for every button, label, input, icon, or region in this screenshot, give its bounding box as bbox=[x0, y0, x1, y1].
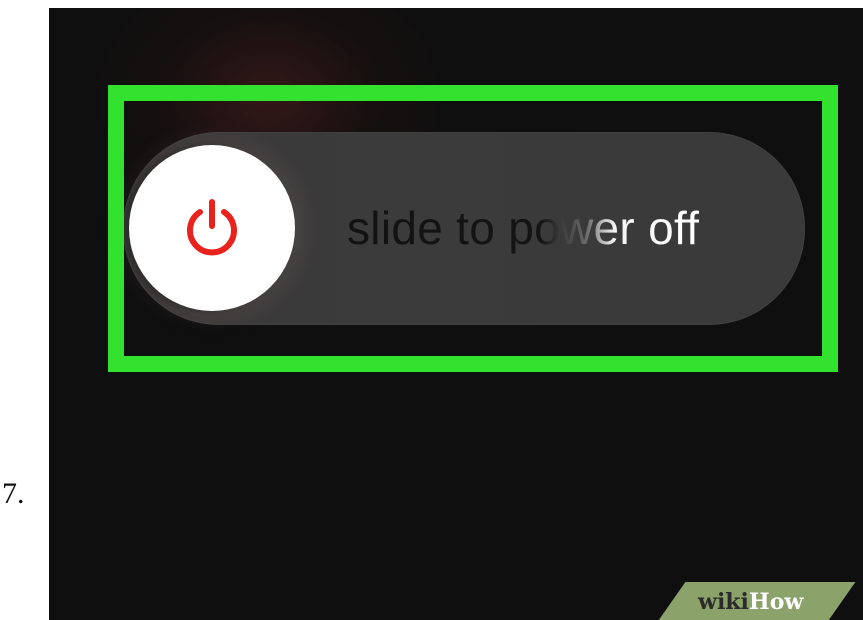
watermark-wiki: wiki bbox=[698, 589, 749, 615]
phone-screen: slide to power off bbox=[49, 8, 863, 620]
watermark-how: How bbox=[748, 589, 804, 615]
wikihow-watermark: wikiHow bbox=[698, 588, 803, 616]
highlight-box bbox=[108, 85, 838, 372]
step-number: 7. bbox=[2, 477, 25, 510]
page: 7. slide to power off wikiHow bbox=[0, 0, 863, 620]
